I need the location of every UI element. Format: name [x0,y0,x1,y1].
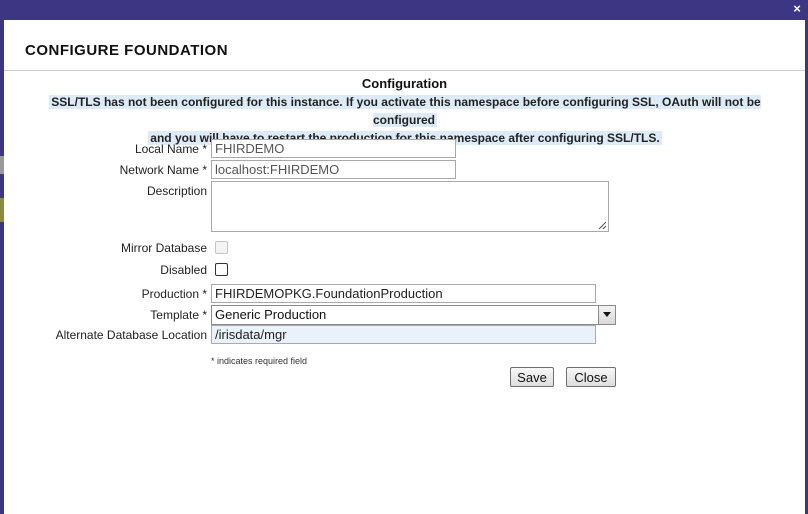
production-input[interactable] [211,284,596,303]
resize-grip-icon[interactable] [597,220,607,230]
network-name-label: Network Name * [119,163,207,177]
local-name-input[interactable] [211,139,456,158]
template-select[interactable]: Generic Production [211,305,616,325]
required-field-note: * indicates required field [211,356,308,366]
save-button[interactable]: Save [510,367,554,387]
template-label: Template * [150,308,207,322]
mirror-database-label: Mirror Database [120,241,207,255]
disabled-label: Disabled [160,263,207,277]
local-name-label: Local Name * [134,142,207,156]
description-textarea[interactable] [211,181,609,232]
production-label: Production * [141,287,207,301]
chevron-down-icon[interactable] [598,306,615,324]
description-label: Description [146,184,207,198]
alternate-database-location-input[interactable] [211,325,596,344]
dialog-title-bar: × [0,0,808,20]
close-icon[interactable]: × [790,2,804,16]
network-name-input[interactable] [211,160,456,179]
dialog-header: CONFIGURE FOUNDATION [4,20,805,71]
configuration-heading: Configuration [361,76,448,91]
dialog-title: CONFIGURE FOUNDATION [25,42,229,59]
close-button[interactable]: Close [566,367,616,387]
alternate-database-location-label: Alternate Database Location [55,328,207,342]
description-container [211,181,609,232]
disabled-checkbox[interactable] [215,263,228,276]
template-select-value: Generic Production [215,307,327,322]
mirror-database-checkbox[interactable] [215,241,228,254]
dialog-content: Configuration SSL/TLS has not been confi… [4,71,805,514]
configure-foundation-dialog: × CONFIGURE FOUNDATION Configuration SSL… [0,0,808,514]
ssl-warning-line-1: SSL/TLS has not been configured for this… [49,95,761,127]
